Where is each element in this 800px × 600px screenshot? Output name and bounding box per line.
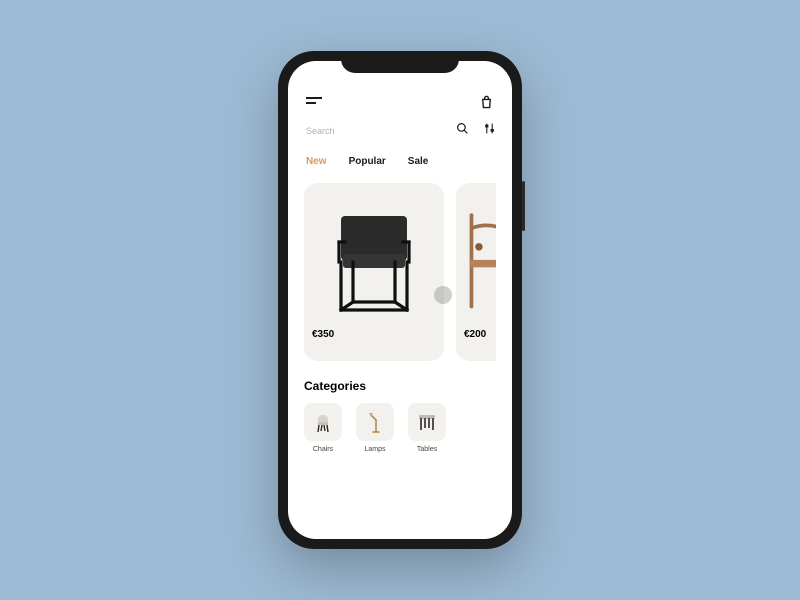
search-box[interactable]: [304, 120, 471, 142]
search-input[interactable]: [306, 126, 406, 136]
tab-popular[interactable]: Popular: [349, 156, 386, 167]
category-chairs[interactable]: Chairs: [304, 403, 342, 453]
product-card[interactable]: €350: [304, 183, 444, 361]
product-price: €200: [464, 329, 496, 340]
search-row: [304, 120, 496, 142]
app-screen: New Popular Sale: [288, 61, 512, 539]
phone-notch: [341, 51, 459, 73]
category-label: Chairs: [313, 446, 333, 453]
phone-frame: New Popular Sale: [278, 51, 522, 549]
categories-heading: Categories: [304, 379, 496, 393]
filter-tabs: New Popular Sale: [304, 156, 496, 167]
product-image: [464, 193, 496, 323]
chair-icon: [304, 403, 342, 441]
product-image: [312, 193, 436, 323]
carousel-indicator: [434, 286, 452, 304]
filter-icon[interactable]: [483, 122, 496, 140]
product-price: €350: [312, 329, 436, 340]
category-list: Chairs Lamps: [304, 403, 496, 453]
top-bar: [304, 91, 496, 120]
product-card[interactable]: €200: [456, 183, 496, 361]
tab-new[interactable]: New: [306, 156, 327, 167]
menu-icon[interactable]: [306, 97, 324, 109]
category-tables[interactable]: Tables: [408, 403, 446, 453]
table-icon: [408, 403, 446, 441]
lamp-icon: [356, 403, 394, 441]
product-carousel[interactable]: €350: [304, 183, 496, 361]
category-label: Lamps: [364, 446, 385, 453]
search-icon[interactable]: [456, 122, 469, 140]
shopping-bag-icon[interactable]: [479, 95, 494, 110]
category-label: Tables: [417, 446, 437, 453]
tab-sale[interactable]: Sale: [408, 156, 429, 167]
category-lamps[interactable]: Lamps: [356, 403, 394, 453]
